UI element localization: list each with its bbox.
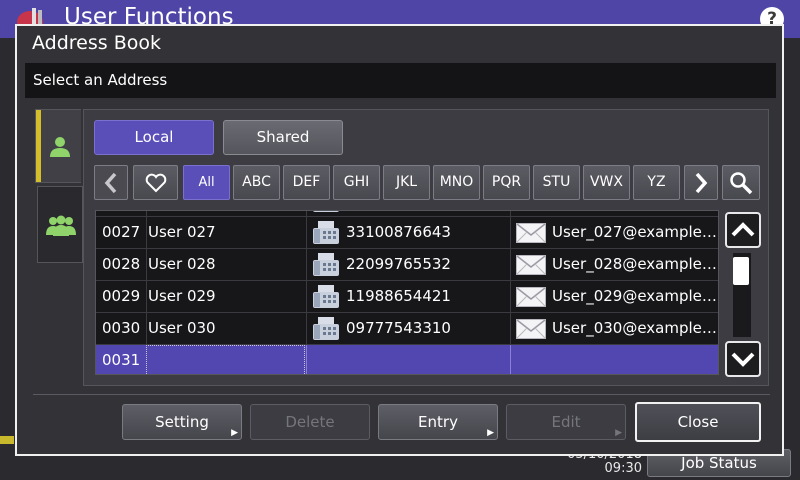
- fax-icon: [313, 253, 339, 276]
- index-label: All: [198, 175, 215, 190]
- index-label: VWX: [589, 174, 623, 190]
- address-book-dialog: Address Book Select an Address Local Sha…: [15, 24, 784, 456]
- entry-label: Entry: [418, 413, 458, 431]
- index-tab-abc[interactable]: ABC: [233, 165, 280, 200]
- scroll-down-button[interactable]: [725, 341, 761, 377]
- index-tab-vwx[interactable]: VWX: [583, 165, 630, 200]
- index-label: MNO: [439, 174, 474, 190]
- setting-label: Setting: [155, 413, 209, 431]
- envelope-icon: [516, 287, 546, 307]
- index-tab-jkl[interactable]: JKL: [383, 165, 430, 200]
- index-label: GHI: [343, 174, 370, 190]
- table-row[interactable]: 0029 User 029 11988654421 User_029@examp…: [96, 281, 719, 313]
- tab-individual[interactable]: [35, 109, 81, 183]
- delete-label: Delete: [285, 413, 335, 431]
- entry-button[interactable]: Entry ▶: [378, 404, 498, 440]
- submenu-arrow-icon: ▶: [615, 428, 622, 438]
- scrollbar-thumb[interactable]: [733, 257, 749, 285]
- fax-icon: [313, 285, 339, 308]
- envelope-icon: [516, 223, 546, 243]
- shared-toggle-button[interactable]: Shared: [223, 120, 343, 155]
- entry-email: User_027@example.c···: [552, 223, 719, 241]
- table-row[interactable]: 0028 User 028 22099765532 User_028@examp…: [96, 249, 719, 281]
- fax-icon: [313, 221, 339, 244]
- status-indicator: [0, 436, 14, 444]
- envelope-icon: [516, 255, 546, 275]
- selected-cell-focus: [146, 345, 305, 374]
- entry-email: User_028@example.c···: [552, 255, 719, 273]
- index-tab-pqr[interactable]: PQR: [483, 165, 530, 200]
- time-text: 09:30: [604, 461, 642, 476]
- next-index-button[interactable]: [684, 165, 718, 200]
- index-label: PQR: [491, 174, 522, 190]
- person-icon: [50, 137, 70, 157]
- chevron-left-icon: [104, 172, 117, 194]
- heart-icon: [145, 173, 166, 193]
- entry-number: 0031: [102, 351, 141, 369]
- index-tab-def[interactable]: DEF: [283, 165, 330, 200]
- index-label: DEF: [292, 174, 321, 190]
- local-label: Local: [134, 128, 174, 146]
- index-label: YZ: [647, 174, 666, 190]
- index-tab-all[interactable]: All: [183, 165, 230, 200]
- entry-fax: 09777543310: [346, 319, 451, 337]
- entry-number: 0030: [102, 319, 141, 337]
- entry-number: 0029: [102, 287, 141, 305]
- entry-name: User 028: [148, 255, 216, 273]
- scrollbar-track[interactable]: [733, 253, 751, 337]
- chevron-right-icon: [695, 172, 708, 194]
- subtitle-bar: Select an Address: [25, 63, 776, 98]
- address-list[interactable]: 0027 User 027 33100876643 User_027@examp…: [95, 210, 719, 375]
- index-label: JKL: [395, 174, 418, 190]
- entry-number: 0028: [102, 255, 141, 273]
- local-toggle-button[interactable]: Local: [94, 120, 214, 155]
- close-label: Close: [677, 413, 719, 431]
- address-panel: Local Shared All ABC DEF GHI JKL MNO PQR…: [83, 109, 769, 386]
- fax-icon: [313, 211, 339, 212]
- footer-divider: [33, 394, 770, 395]
- index-label: ABC: [242, 174, 271, 190]
- envelope-icon: [516, 319, 546, 339]
- table-row-partial: [96, 211, 718, 217]
- search-button[interactable]: [722, 165, 760, 200]
- chevron-down-icon: [731, 352, 755, 367]
- shared-label: Shared: [256, 128, 310, 146]
- index-tab-stu[interactable]: STU: [533, 165, 580, 200]
- subtitle-text: Select an Address: [33, 71, 168, 89]
- chevron-up-icon: [731, 222, 755, 237]
- submenu-arrow-icon: ▶: [231, 428, 238, 438]
- entry-email: User_029@example.c···: [552, 287, 719, 305]
- favorite-button[interactable]: [133, 165, 178, 200]
- index-tab-ghi[interactable]: GHI: [333, 165, 380, 200]
- index-tab-mno[interactable]: MNO: [433, 165, 480, 200]
- entry-email: User_030@example.c···: [552, 319, 719, 337]
- entry-number: 0027: [102, 223, 141, 241]
- tab-active-indicator: [36, 110, 41, 182]
- entry-fax: 22099765532: [346, 255, 451, 273]
- entry-name: User 029: [148, 287, 216, 305]
- setting-button[interactable]: Setting ▶: [122, 404, 242, 440]
- job-status-label: Job Status: [681, 454, 757, 472]
- submenu-arrow-icon: ▶: [487, 428, 494, 438]
- group-icon: [46, 215, 76, 236]
- scroll-up-button[interactable]: [725, 212, 761, 248]
- edit-label: Edit: [551, 413, 581, 431]
- search-icon: [730, 172, 753, 195]
- table-row[interactable]: 0030 User 030 09777543310 User_030@examp…: [96, 313, 719, 345]
- delete-button[interactable]: Delete: [250, 404, 370, 440]
- table-row[interactable]: 0027 User 027 33100876643 User_027@examp…: [96, 217, 719, 249]
- index-tab-yz[interactable]: YZ: [633, 165, 680, 200]
- entry-name: User 030: [148, 319, 216, 337]
- entry-fax: 11988654421: [346, 287, 451, 305]
- index-label: STU: [542, 174, 571, 190]
- close-button[interactable]: Close: [635, 402, 761, 442]
- fax-icon: [313, 317, 339, 340]
- entry-name: User 027: [148, 223, 216, 241]
- tab-group[interactable]: [37, 186, 83, 263]
- table-row-selected[interactable]: 0031: [96, 345, 718, 374]
- entry-fax: 33100876643: [346, 223, 451, 241]
- edit-button[interactable]: Edit ▶: [506, 404, 626, 440]
- prev-index-button[interactable]: [94, 165, 128, 200]
- dialog-title: Address Book: [32, 32, 161, 54]
